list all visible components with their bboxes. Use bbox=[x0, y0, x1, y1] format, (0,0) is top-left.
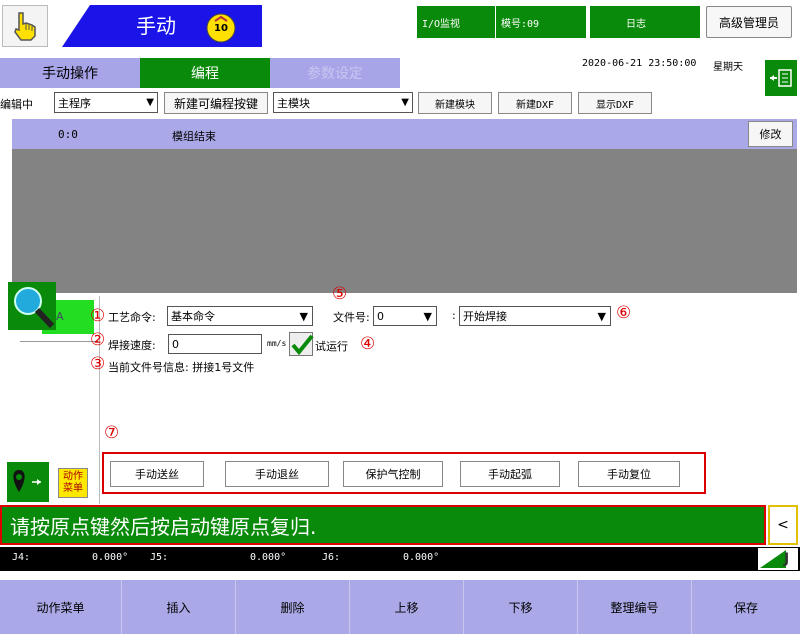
delete-button[interactable]: 删除 bbox=[236, 580, 350, 634]
file-number-select[interactable]: 0 ▼ bbox=[373, 306, 437, 326]
trial-run-label: 试运行 bbox=[315, 340, 348, 353]
colon-separator: : bbox=[452, 309, 456, 322]
marker-6: ⑥ bbox=[616, 303, 632, 323]
new-module-button[interactable]: 新建模块 bbox=[418, 92, 492, 114]
marker-1: ① bbox=[90, 306, 106, 326]
dropdown-arrow-icon: ▼ bbox=[423, 310, 432, 323]
weekday: 星期天 bbox=[713, 62, 743, 73]
user-level-button[interactable]: 高级管理员 bbox=[706, 6, 792, 38]
manual-wire-retract-button[interactable]: 手动退丝 bbox=[225, 461, 329, 487]
manual-wire-feed-button[interactable]: 手动送丝 bbox=[110, 461, 204, 487]
new-dxf-button[interactable]: 新建DXF bbox=[498, 92, 572, 114]
weld-speed-input[interactable]: 0 bbox=[168, 334, 262, 354]
module-select-value: 主模块 bbox=[277, 96, 310, 110]
status-message: 请按原点键然后按启动键原点复归. bbox=[10, 515, 317, 539]
trial-run-checkbox[interactable] bbox=[289, 332, 314, 356]
joint-mode-icon[interactable] bbox=[758, 548, 798, 570]
program-select-value: 主程序 bbox=[58, 96, 91, 110]
dropdown-arrow-icon: ▼ bbox=[146, 97, 154, 108]
joint-label: J5: bbox=[150, 552, 169, 563]
log-button[interactable]: 日志 bbox=[590, 6, 700, 38]
marker-2: ② bbox=[90, 330, 106, 350]
dropdown-arrow-icon: ▼ bbox=[299, 310, 308, 323]
modify-button[interactable]: 修改 bbox=[748, 121, 793, 147]
datetime: 2020-06-21 23:50:00 bbox=[582, 58, 697, 69]
speed-value: 10 bbox=[214, 23, 228, 34]
file-number-label: 文件号: bbox=[333, 311, 370, 324]
weld-speed-label: 焊接速度: bbox=[108, 339, 156, 352]
io-monitor-button[interactable]: I/O监视 bbox=[417, 6, 495, 38]
save-button[interactable]: 保存 bbox=[692, 580, 800, 634]
current-file-info: 当前文件号信息: 拼接1号文件 bbox=[108, 361, 255, 374]
joint-label: J6: bbox=[322, 552, 341, 563]
mode-label: 手动 bbox=[136, 14, 176, 38]
marker-4: ④ bbox=[360, 334, 376, 354]
marker-7: ⑦ bbox=[104, 423, 120, 443]
panel-toggle-icon bbox=[770, 69, 792, 87]
line-number: 0:0 bbox=[58, 128, 78, 141]
divider bbox=[99, 296, 100, 504]
renumber-button[interactable]: 整理编号 bbox=[578, 580, 692, 634]
insert-button[interactable]: 插入 bbox=[122, 580, 236, 634]
line-command: 模组结束 bbox=[172, 130, 216, 143]
process-command-select[interactable]: 基本命令 ▼ bbox=[167, 306, 313, 326]
side-panel-button[interactable] bbox=[765, 60, 797, 96]
joint-value: 0.000° bbox=[92, 552, 129, 563]
hand-mode-icon[interactable] bbox=[2, 5, 48, 47]
joint-label: J4: bbox=[12, 552, 31, 563]
joint-value: 0.000° bbox=[403, 552, 440, 563]
tab-manual-operation[interactable]: 手动操作 bbox=[0, 58, 140, 88]
file-number-value: 0 bbox=[377, 309, 384, 323]
action-menu-shortcut-button[interactable]: 动作菜单 bbox=[58, 468, 88, 498]
marker-3: ③ bbox=[90, 354, 106, 374]
dropdown-arrow-icon: ▼ bbox=[401, 97, 409, 108]
process-command-value: 基本命令 bbox=[171, 310, 215, 323]
manual-reset-button[interactable]: 手动复位 bbox=[578, 461, 680, 487]
checkmark-icon bbox=[291, 334, 314, 356]
weld-speed-unit: mm/s bbox=[267, 339, 287, 348]
action-menu-button[interactable]: 动作菜单 bbox=[0, 580, 122, 634]
program-select[interactable]: 主程序 ▼ bbox=[54, 92, 158, 113]
weld-action-select[interactable]: 开始焊接 ▼ bbox=[459, 306, 611, 326]
collapse-button[interactable]: < bbox=[768, 505, 798, 545]
joint-mode-letter: J bbox=[784, 551, 790, 567]
pointer-hand-icon bbox=[14, 12, 36, 41]
new-programmable-key-button[interactable]: 新建可编程按键 bbox=[164, 92, 268, 114]
marker-5: ⑤ bbox=[332, 284, 348, 304]
move-down-button[interactable]: 下移 bbox=[464, 580, 578, 634]
shield-gas-control-button[interactable]: 保护气控制 bbox=[343, 461, 443, 487]
process-command-label: 工艺命令: bbox=[108, 311, 156, 324]
list-item[interactable] bbox=[12, 119, 797, 149]
location-pin-icon[interactable] bbox=[7, 462, 49, 502]
mold-number: 模号:09 bbox=[496, 6, 586, 38]
manual-arc-start-button[interactable]: 手动起弧 bbox=[460, 461, 560, 487]
tab-parameter-settings[interactable]: 参数设定 bbox=[270, 58, 400, 88]
joint-value: 0.000° bbox=[250, 552, 287, 563]
show-dxf-button[interactable]: 显示DXF bbox=[578, 92, 652, 114]
dropdown-arrow-icon: ▼ bbox=[597, 310, 606, 323]
search-icon[interactable] bbox=[8, 282, 56, 330]
weld-action-value: 开始焊接 bbox=[463, 310, 507, 323]
move-up-button[interactable]: 上移 bbox=[350, 580, 464, 634]
category-letter: A bbox=[56, 310, 64, 323]
editing-label: 编辑中 bbox=[0, 98, 33, 111]
tab-programming[interactable]: 编程 bbox=[140, 58, 270, 88]
module-select[interactable]: 主模块 ▼ bbox=[273, 92, 413, 113]
